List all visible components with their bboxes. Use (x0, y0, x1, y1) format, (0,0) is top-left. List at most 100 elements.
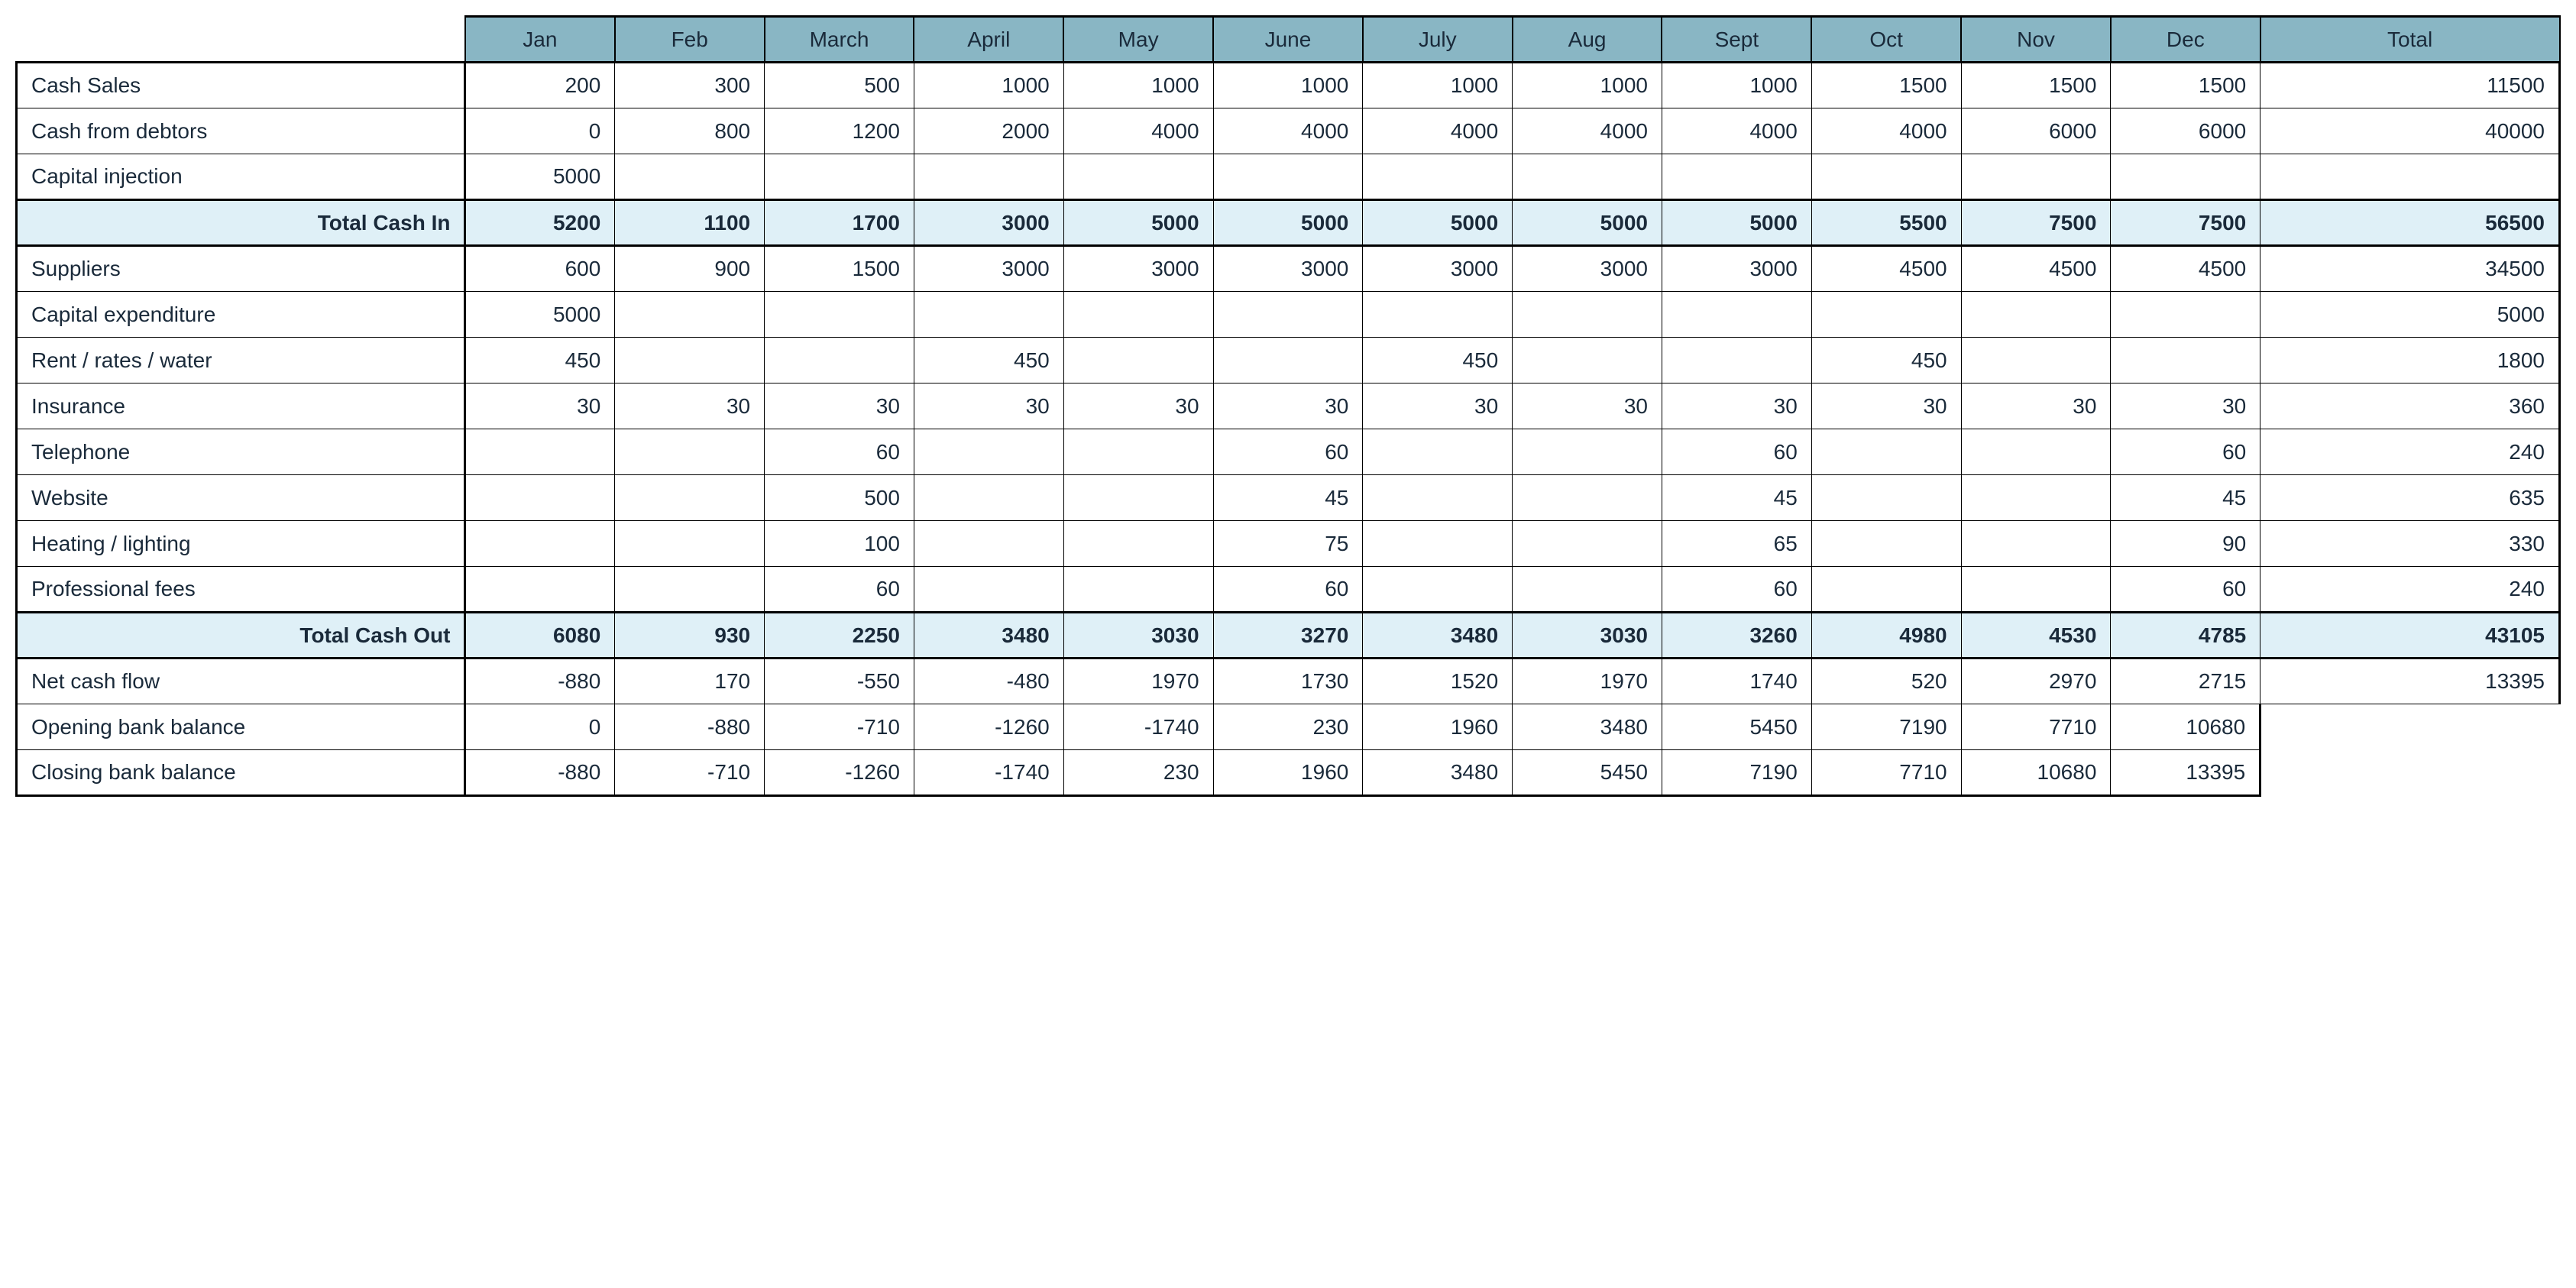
row-label: Rent / rates / water (17, 338, 465, 383)
cell: 520 (1811, 659, 1961, 704)
row-label: Closing bank balance (17, 750, 465, 796)
cell: 930 (615, 613, 765, 659)
header-june: June (1213, 17, 1363, 63)
table-row: Suppliers6009001500300030003000300030003… (17, 246, 2560, 292)
cell: 7710 (1961, 704, 2111, 750)
header-may: May (1063, 17, 1213, 63)
cell: 4000 (1662, 108, 1811, 154)
table-row: Website500454545635 (17, 475, 2560, 521)
table-row: Rent / rates / water4504504504501800 (17, 338, 2560, 383)
cell: 30 (2111, 383, 2260, 429)
cell: 6000 (1961, 108, 2111, 154)
cell: 800 (615, 108, 765, 154)
cell: 60 (1662, 567, 1811, 613)
cell: 1730 (1213, 659, 1363, 704)
cell: 4000 (1811, 108, 1961, 154)
cell (2111, 292, 2260, 338)
cell: 30 (1662, 383, 1811, 429)
cell: 30 (914, 383, 1063, 429)
table-row: Capital expenditure50005000 (17, 292, 2560, 338)
cell: 1970 (1063, 659, 1213, 704)
cell: 1700 (765, 200, 914, 246)
cell: 1970 (1513, 659, 1662, 704)
cell (2111, 154, 2260, 200)
row-label: Cash from debtors (17, 108, 465, 154)
cell: -880 (465, 750, 615, 796)
cell: 3030 (1513, 613, 1662, 659)
cell: 1100 (615, 200, 765, 246)
cell: 3000 (1063, 246, 1213, 292)
cell: 4980 (1811, 613, 1961, 659)
cell: 3480 (1513, 704, 1662, 750)
cell: -550 (765, 659, 914, 704)
cell: 13395 (2111, 750, 2260, 796)
cell (1363, 567, 1513, 613)
row-label: Website (17, 475, 465, 521)
cell: 2715 (2111, 659, 2260, 704)
cell (1513, 475, 1662, 521)
cell: 450 (914, 338, 1063, 383)
cell: 5000 (465, 154, 615, 200)
cell (1213, 338, 1363, 383)
cell (1363, 521, 1513, 567)
cell: 3000 (1513, 246, 1662, 292)
cell: 360 (2260, 383, 2560, 429)
cell: 2000 (914, 108, 1063, 154)
table-row: Closing bank balance-880-710-1260-174023… (17, 750, 2560, 796)
cell (914, 292, 1063, 338)
cell (914, 521, 1063, 567)
cell (615, 475, 765, 521)
cell (1513, 154, 1662, 200)
cell (1961, 292, 2111, 338)
header-march: March (765, 17, 914, 63)
table-header: JanFebMarchAprilMayJuneJulyAugSeptOctNov… (17, 17, 2560, 63)
cell: 6080 (465, 613, 615, 659)
row-label: Professional fees (17, 567, 465, 613)
cell (1513, 567, 1662, 613)
header-corner (17, 17, 465, 63)
cell: -1260 (914, 704, 1063, 750)
cell: 4530 (1961, 613, 2111, 659)
cell: -880 (615, 704, 765, 750)
header-july: July (1363, 17, 1513, 63)
table-row: Total Cash In520011001700300050005000500… (17, 200, 2560, 246)
cell (1961, 429, 2111, 475)
cell: 300 (615, 63, 765, 108)
cell: 1800 (2260, 338, 2560, 383)
cell: 3000 (1363, 246, 1513, 292)
cell (1961, 475, 2111, 521)
cell: 1960 (1363, 704, 1513, 750)
cell (1662, 292, 1811, 338)
cell: -480 (914, 659, 1063, 704)
cell (765, 154, 914, 200)
cell: 230 (1063, 750, 1213, 796)
cell: 3030 (1063, 613, 1213, 659)
cell (1213, 292, 1363, 338)
cell: 1000 (1513, 63, 1662, 108)
row-label: Capital expenditure (17, 292, 465, 338)
blank-cell (2260, 704, 2560, 750)
cell (615, 429, 765, 475)
row-label: Capital injection (17, 154, 465, 200)
cell: 5000 (1363, 200, 1513, 246)
cell: 45 (1662, 475, 1811, 521)
row-label: Telephone (17, 429, 465, 475)
cell: 3480 (914, 613, 1063, 659)
cell (615, 292, 765, 338)
cell (1662, 154, 1811, 200)
cell (914, 429, 1063, 475)
cell: 60 (2111, 567, 2260, 613)
row-label: Suppliers (17, 246, 465, 292)
cell (465, 429, 615, 475)
cell: 56500 (2260, 200, 2560, 246)
cell: 3270 (1213, 613, 1363, 659)
table-row: Heating / lighting100756590330 (17, 521, 2560, 567)
cell: 60 (765, 429, 914, 475)
cell (765, 338, 914, 383)
cell: -880 (465, 659, 615, 704)
cell: 240 (2260, 567, 2560, 613)
cell: -1740 (914, 750, 1063, 796)
table-row: Cash from debtors08001200200040004000400… (17, 108, 2560, 154)
cell: 6000 (2111, 108, 2260, 154)
row-label: Total Cash In (17, 200, 465, 246)
